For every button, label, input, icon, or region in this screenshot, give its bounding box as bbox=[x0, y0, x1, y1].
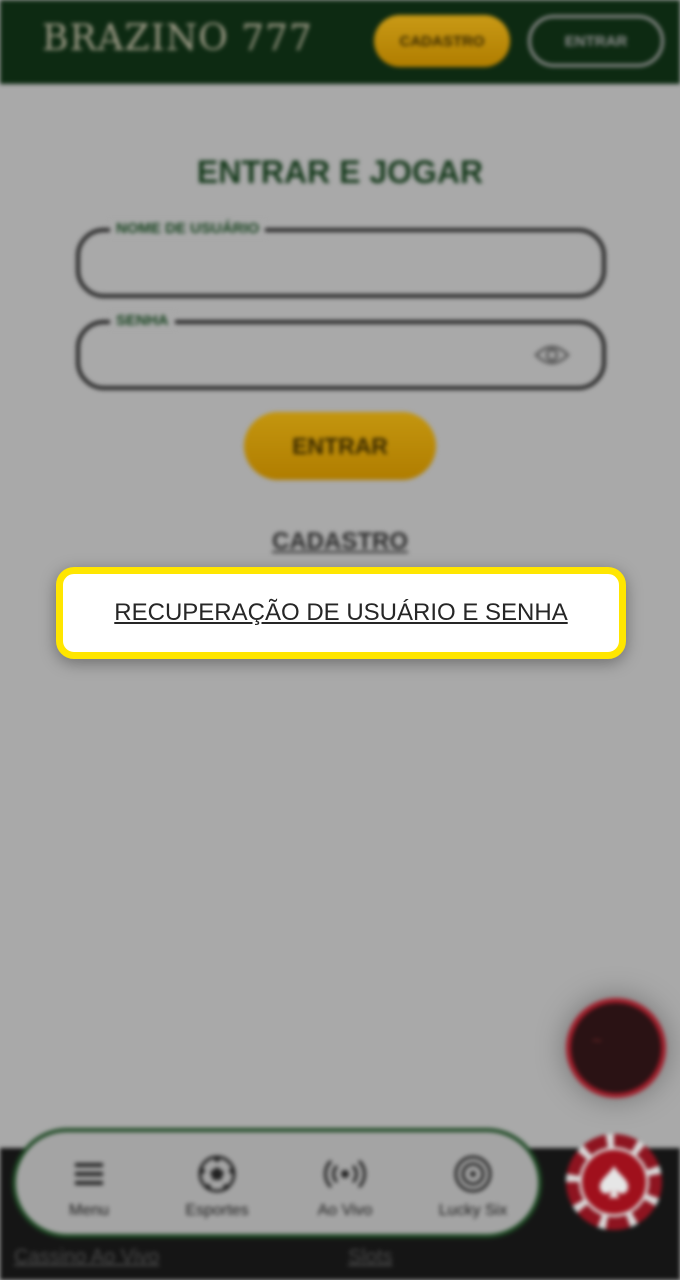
recover-credentials-label: RECUPERAÇÃO DE USUÁRIO E SENHA bbox=[114, 599, 568, 626]
page-title: ENTRAR E JOGAR bbox=[196, 154, 484, 190]
nav-item-ao-vivo[interactable]: Ao Vivo bbox=[290, 1152, 400, 1220]
signup-link[interactable]: CADASTRO bbox=[0, 528, 680, 556]
promo-chip-artwork: ~ bbox=[591, 1033, 603, 1049]
footer-links: Cassino Ao Vivo Slots bbox=[0, 1246, 680, 1276]
nav-item-label: Esportes bbox=[185, 1202, 249, 1219]
username-label: NOME DE USUÁRIO bbox=[110, 220, 266, 237]
header-login-button[interactable]: ENTRAR bbox=[528, 15, 664, 67]
password-field[interactable]: SENHA bbox=[76, 312, 606, 390]
spade-icon bbox=[599, 1166, 629, 1198]
promo-chip-icon[interactable]: ~ bbox=[566, 998, 666, 1098]
live-broadcast-icon bbox=[324, 1159, 366, 1189]
brand-logo[interactable]: BRAZINO 777 bbox=[42, 18, 313, 59]
menu-icon bbox=[75, 1163, 103, 1185]
casino-chip-button[interactable] bbox=[566, 1134, 662, 1230]
nav-item-esportes[interactable]: Esportes bbox=[162, 1152, 272, 1220]
footer-link-cassino-ao-vivo[interactable]: Cassino Ao Vivo bbox=[14, 1246, 159, 1269]
casino-chip-core bbox=[579, 1147, 649, 1217]
lucky-six-icon bbox=[454, 1155, 492, 1193]
username-field[interactable]: NOME DE USUÁRIO bbox=[76, 220, 606, 298]
nav-item-lucky-six[interactable]: Lucky Six bbox=[418, 1152, 528, 1220]
header-signup-button[interactable]: CADASTRO bbox=[374, 15, 510, 67]
recover-credentials-link[interactable]: RECUPERAÇÃO DE USUÁRIO E SENHA bbox=[56, 567, 626, 659]
login-submit-button[interactable]: ENTRAR bbox=[244, 412, 436, 480]
top-header: BRAZINO 777 CADASTRO ENTRAR bbox=[0, 0, 680, 84]
footer-link-slots[interactable]: Slots bbox=[348, 1246, 392, 1269]
soccer-ball-icon bbox=[198, 1155, 236, 1193]
nav-item-menu[interactable]: Menu bbox=[34, 1152, 144, 1220]
password-label: SENHA bbox=[110, 312, 175, 329]
nav-item-label: Ao Vivo bbox=[317, 1202, 373, 1219]
eye-icon[interactable] bbox=[534, 342, 570, 368]
nav-item-label: Menu bbox=[68, 1202, 110, 1219]
nav-item-label: Lucky Six bbox=[438, 1202, 508, 1219]
bottom-navbar: Menu Esportes Ao Vivo Lucky Six bbox=[12, 1128, 542, 1238]
